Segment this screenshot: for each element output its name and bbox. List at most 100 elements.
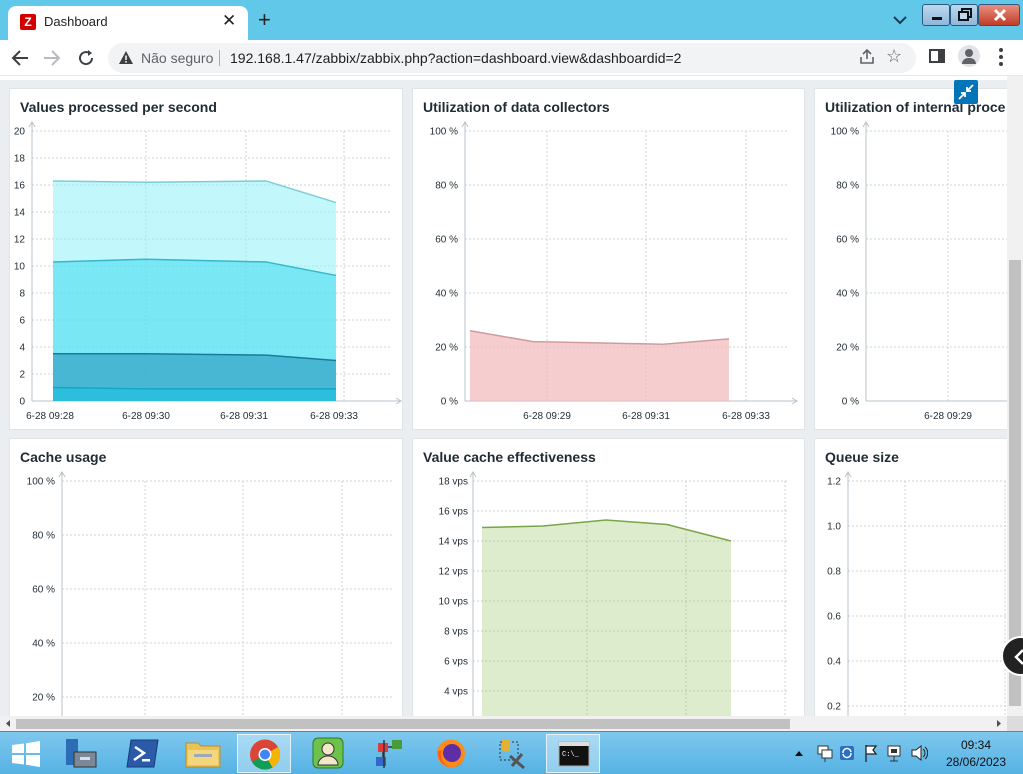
- browser-toolbar: Não seguro 192.168.1.47/zabbix/zabbix.ph…: [0, 40, 1023, 76]
- y-tick-label: 4 vps: [444, 687, 468, 698]
- data-collectors-chart[interactable]: 100 % 80 % 60 % 40 % 20 % 0 % 6-28 09:29 6-28 0…: [413, 89, 805, 430]
- y-tick-label: 8: [19, 289, 25, 300]
- user-manager-icon[interactable]: [301, 734, 355, 773]
- y-tick-label: 80 %: [32, 531, 55, 542]
- y-tick-label: 14: [14, 208, 26, 219]
- file-explorer-icon[interactable]: [176, 734, 230, 773]
- y-tick-label: 2: [19, 370, 25, 381]
- warning-triangle-icon[interactable]: [118, 50, 134, 66]
- scroll-left-arrow-icon[interactable]: [3, 716, 13, 731]
- y-tick-label: 100 %: [430, 127, 458, 138]
- powershell-icon[interactable]: [116, 734, 170, 773]
- x-tick-label: 6-28 09:30: [122, 411, 170, 422]
- y-tick-label: 0.4: [827, 657, 841, 668]
- side-panel-icon[interactable]: [929, 49, 945, 63]
- browser-menu-icon[interactable]: [999, 48, 1003, 66]
- y-tick-label: 8 vps: [444, 627, 468, 638]
- y-tick-label: 12 vps: [439, 567, 468, 578]
- widget-value-cache[interactable]: Value cache effectiveness 18 vps 16 vps 14…: [412, 438, 805, 716]
- dashboard-top-strip: [0, 76, 1007, 80]
- y-tick-label: 100 %: [831, 127, 859, 138]
- start-windows-icon[interactable]: [0, 734, 54, 773]
- y-tick-label: 80 %: [435, 181, 458, 192]
- x-tick-label: 6-28 09:33: [310, 411, 358, 422]
- x-tick-label: 6-28 09:29: [523, 411, 571, 422]
- reload-icon[interactable]: [74, 46, 98, 70]
- network-computers-icon[interactable]: [816, 732, 834, 774]
- widget-cache-usage[interactable]: Cache usage 100 % 80 % 60 % 40 % 20 %: [9, 438, 403, 716]
- y-tick-label: 6: [19, 316, 25, 327]
- queue-size-chart[interactable]: 1.2 1.0 0.8 0.6 0.4 0.2: [815, 439, 1007, 716]
- chrome-icon: [250, 739, 281, 770]
- values-processed-chart[interactable]: 201816141210864206-28 09:28 6-28 09:30 6-2…: [10, 89, 403, 430]
- y-tick-label: 0: [19, 397, 25, 408]
- y-tick-label: 14 vps: [439, 537, 468, 548]
- y-tick-label: 10: [14, 262, 26, 273]
- cache-usage-chart[interactable]: 100 % 80 % 60 % 40 % 20 %: [10, 439, 403, 716]
- address-bar[interactable]: Não seguro 192.168.1.47/zabbix/zabbix.ph…: [108, 43, 916, 73]
- zabbix-favicon-icon: Z: [20, 14, 36, 30]
- y-tick-label: 0 %: [842, 397, 859, 408]
- network-icon[interactable]: [886, 732, 904, 774]
- tab-search-chevron-icon[interactable]: [889, 9, 911, 31]
- widget-internal-processes[interactable]: Utilization of internal proce 100 % 80 % 6…: [814, 88, 1007, 430]
- y-tick-label: 1.2: [827, 477, 841, 488]
- window-close-button[interactable]: [978, 4, 1020, 26]
- y-tick-label: 100 %: [27, 477, 55, 488]
- clock-time[interactable]: 09:34: [946, 738, 1006, 752]
- widget-data-collectors[interactable]: Utilization of data collectors 100 % 80 %…: [412, 88, 805, 430]
- url-text[interactable]: 192.168.1.47/zabbix/zabbix.php?action=da…: [230, 50, 681, 66]
- firefox-icon[interactable]: [424, 734, 478, 773]
- share-icon[interactable]: [858, 48, 876, 66]
- y-tick-label: 12: [14, 235, 26, 246]
- action-center-flag-icon[interactable]: [862, 732, 880, 774]
- widget-queue-size[interactable]: Queue size 1.2 1.0 0.8 0.6 0.4 0.2: [814, 438, 1007, 716]
- sync-icon[interactable]: [838, 732, 856, 774]
- server-manager-icon[interactable]: [56, 734, 110, 773]
- internal-processes-chart[interactable]: 100 % 80 % 60 % 40 % 20 % 0 % 6-28 09:29: [815, 89, 1007, 430]
- y-tick-label: 18: [14, 154, 26, 165]
- browser-title-bar: Z Dashboard ✕ +: [0, 0, 1023, 40]
- y-tick-label: 18 vps: [439, 477, 468, 488]
- clock-date[interactable]: 28/06/2023: [940, 755, 1012, 769]
- horizontal-scrollbar[interactable]: [0, 716, 1007, 731]
- y-tick-label: 1.0: [827, 522, 841, 533]
- admin-tools-icon[interactable]: [486, 734, 540, 773]
- y-tick-label: 0.2: [827, 702, 841, 713]
- exit-fullscreen-button[interactable]: [954, 80, 978, 104]
- y-tick-label: 60 %: [836, 235, 859, 246]
- new-tab-plus-icon[interactable]: +: [258, 7, 271, 33]
- back-arrow-icon[interactable]: [8, 46, 32, 70]
- y-tick-label: 0 %: [441, 397, 458, 408]
- volume-icon[interactable]: [910, 732, 928, 774]
- taskbar-cmd-button[interactable]: C:\_: [546, 734, 600, 773]
- x-tick-label: 6-28 09:29: [924, 411, 972, 422]
- network-tool-icon[interactable]: [362, 734, 416, 773]
- y-tick-label: 40 %: [435, 289, 458, 300]
- x-tick-label: 6-28 09:31: [622, 411, 670, 422]
- vertical-scrollbar[interactable]: [1007, 76, 1023, 716]
- tab-close-icon[interactable]: ✕: [222, 11, 236, 31]
- profile-avatar-icon[interactable]: [958, 45, 980, 67]
- value-cache-chart[interactable]: 18 vps 16 vps 14 vps 12 vps 10 vps 8 vps 6 vps…: [413, 439, 805, 716]
- forward-arrow-icon[interactable]: [40, 46, 64, 70]
- y-tick-label: 80 %: [836, 181, 859, 192]
- bookmark-star-icon[interactable]: ☆: [886, 46, 902, 67]
- window-restore-button[interactable]: [950, 4, 978, 26]
- window-minimize-button[interactable]: [922, 4, 950, 26]
- tab-title: Dashboard: [44, 14, 108, 29]
- y-tick-label: 20 %: [435, 343, 458, 354]
- y-tick-label: 40 %: [836, 289, 859, 300]
- taskbar-chrome-button[interactable]: [237, 734, 291, 773]
- widget-values-processed[interactable]: Values processed per second 20 18 16 14 12 10…: [9, 88, 403, 430]
- y-tick-label: 60 %: [435, 235, 458, 246]
- scroll-right-arrow-icon[interactable]: [994, 716, 1004, 731]
- floating-expand-button[interactable]: [1001, 636, 1023, 676]
- collapse-arrows-icon: [958, 84, 974, 100]
- horizontal-scrollbar-thumb[interactable]: [16, 719, 790, 729]
- tab-dashboard[interactable]: Z Dashboard ✕: [8, 6, 248, 40]
- y-tick-label: 40 %: [32, 639, 55, 650]
- security-status-label[interactable]: Não seguro: [141, 50, 213, 66]
- y-tick-label: 60 %: [32, 585, 55, 596]
- tray-overflow-chevron-icon[interactable]: [792, 732, 806, 774]
